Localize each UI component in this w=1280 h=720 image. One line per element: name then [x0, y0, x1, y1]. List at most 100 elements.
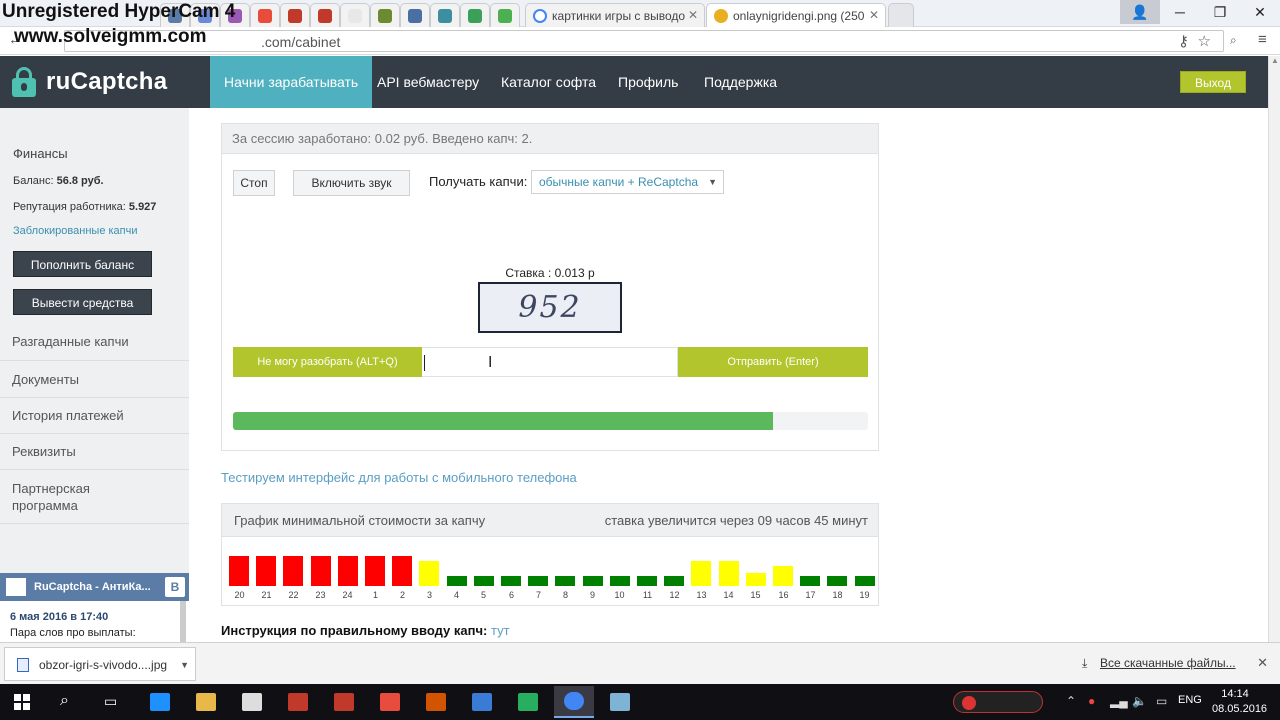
sidebar-item-requisites[interactable]: Реквизиты — [0, 433, 189, 469]
graph-bars — [222, 538, 878, 586]
pinned-tab[interactable] — [430, 3, 460, 27]
vk-widget: RuCaptcha - АнтиКа... B 6 мая 2016 в 17:… — [0, 573, 189, 642]
image-icon — [714, 8, 728, 23]
chevron-up-icon[interactable]: ⌃ — [1066, 694, 1076, 708]
nav-profile[interactable]: Профиль — [604, 56, 692, 108]
sidebar-item-solved[interactable]: Разгаданные капчи — [0, 324, 189, 360]
graph-bar — [229, 556, 249, 586]
close-window-icon[interactable]: ✕ — [1240, 0, 1280, 24]
taskbar-app-icon[interactable] — [554, 686, 594, 718]
sidebar-item-payment-history[interactable]: История платежей — [0, 397, 189, 433]
progress-fill — [233, 412, 773, 430]
sound-toggle-button[interactable]: Включить звук — [293, 170, 410, 196]
task-view-icon[interactable]: ▭ — [104, 693, 117, 710]
search-icon[interactable]: ⌕ — [60, 692, 69, 710]
taskbar-app-icon[interactable] — [232, 686, 272, 718]
page-scrollbar[interactable]: ▲ — [1268, 56, 1280, 642]
site-favicon-icon — [288, 8, 302, 23]
sidebar-item-documents[interactable]: Документы — [0, 360, 189, 397]
taskbar-app-icon[interactable] — [278, 686, 318, 718]
pinned-tab[interactable] — [310, 3, 340, 27]
pinned-tab[interactable] — [370, 3, 400, 27]
reputation-row: Репутация работника: 5.927 — [13, 201, 157, 213]
nav-start-earning[interactable]: Начни зарабатывать — [210, 56, 373, 108]
windows-start-icon[interactable] — [14, 694, 30, 710]
blocked-captchas-link[interactable]: Заблокированные капчи — [13, 225, 138, 237]
user-icon[interactable]: 👤 — [1120, 0, 1160, 24]
taskbar-app-icon[interactable] — [140, 686, 180, 718]
url-input[interactable]: .com/cabinet ⚷ ☆ — [64, 30, 1224, 52]
menu-icon[interactable]: ≡ — [1258, 31, 1267, 48]
nav-software-catalog[interactable]: Каталог софта — [487, 56, 610, 108]
mobile-interface-link[interactable]: Тестируем интерфейс для работы с мобильн… — [221, 470, 577, 485]
key-icon[interactable]: ⚷ — [1178, 32, 1189, 50]
minimize-icon[interactable]: ─ — [1160, 0, 1200, 24]
site-favicon-icon — [378, 8, 392, 23]
tab-google-search[interactable]: картинки игры с выводо ✕ — [525, 3, 705, 27]
notification-icon[interactable]: ▭ — [1156, 694, 1167, 708]
page-content: ruCaptcha Начни зарабатывать API вебмаст… — [0, 56, 1268, 642]
taskbar-app-icon[interactable] — [508, 686, 548, 718]
clock[interactable]: 14:14 08.05.2016 — [1212, 687, 1267, 717]
star-icon[interactable]: ☆ — [1198, 32, 1211, 50]
download-icon: ⤓ — [1082, 656, 1088, 670]
site-logo[interactable]: ruCaptcha — [0, 56, 189, 108]
nav-api[interactable]: API вебмастеру — [363, 56, 493, 108]
taskbar-app-icon[interactable] — [324, 686, 364, 718]
search-icon[interactable]: ⌕ — [1230, 33, 1237, 48]
pinned-tab[interactable] — [250, 3, 280, 27]
graph-tick-label: 24 — [342, 590, 353, 600]
taskbar-app-icon[interactable] — [416, 686, 456, 718]
captcha-work-panel: За сессию заработано: 0.02 руб. Введено … — [221, 123, 879, 451]
pinned-tab[interactable] — [340, 3, 370, 27]
graph-tick-label: 9 — [589, 590, 595, 600]
topup-balance-button[interactable]: Пополнить баланс — [13, 251, 152, 277]
pinned-tab[interactable] — [280, 3, 310, 27]
antivirus-icon[interactable]: ● — [1088, 694, 1095, 708]
restore-icon[interactable]: ❐ — [1200, 0, 1240, 24]
ibeam-cursor-icon: I — [488, 353, 493, 371]
vk-widget-header[interactable]: RuCaptcha - АнтиКа... B — [0, 573, 189, 601]
taskbar-app-icon[interactable] — [462, 686, 502, 718]
language-indicator[interactable]: ENG — [1178, 694, 1202, 706]
graph-bar — [365, 556, 385, 586]
taskbar-app-icon[interactable] — [600, 686, 640, 718]
graph-bar — [311, 556, 331, 586]
graph-bar — [637, 576, 657, 586]
captcha-answer-input[interactable]: I — [422, 347, 678, 377]
new-tab-button[interactable] — [888, 3, 914, 27]
captcha-type-select[interactable]: обычные капчи + ReCaptcha ▼ — [531, 170, 724, 194]
close-icon[interactable]: ✕ — [688, 8, 698, 22]
instructions-link[interactable]: тут — [491, 623, 510, 638]
pinned-tab[interactable] — [400, 3, 430, 27]
close-icon[interactable]: ✕ — [869, 8, 879, 22]
nav-support[interactable]: Поддержка — [690, 56, 791, 108]
withdraw-button[interactable]: Вывести средства — [13, 289, 152, 315]
download-item[interactable]: obzor-igri-s-vivodo....jpg ▼ — [4, 647, 196, 681]
hypercam-recorder-icon[interactable] — [953, 691, 1043, 713]
pinned-tab[interactable] — [460, 3, 490, 27]
logout-button[interactable]: Выход — [1180, 71, 1246, 93]
chevron-down-icon[interactable]: ▼ — [180, 648, 189, 682]
send-button[interactable]: Отправить (Enter) — [678, 347, 868, 377]
network-icon[interactable]: ▂▄ — [1110, 694, 1128, 708]
vk-icon[interactable]: B — [165, 577, 185, 597]
graph-tick-label: 4 — [453, 590, 459, 600]
watermark-url: www.solveigmm.com — [14, 26, 207, 47]
tab-image[interactable]: onlaynigridengi.png (250 ✕ — [706, 3, 886, 27]
scroll-up-icon[interactable]: ▲ — [1269, 56, 1280, 70]
cant-solve-button[interactable]: Не могу разобрать (ALT+Q) — [233, 347, 422, 377]
sidebar-item-partner[interactable]: Партнерская программа — [0, 469, 189, 524]
graph-bar — [283, 556, 303, 586]
graph-header: График минимальной стоимости за капчу ст… — [222, 504, 878, 537]
taskbar-app-icon[interactable] — [370, 686, 410, 718]
pinned-tab[interactable] — [490, 3, 520, 27]
close-icon[interactable]: ✕ — [1257, 655, 1268, 671]
all-downloads-link[interactable]: ⤓ Все скачанные файлы... — [1082, 656, 1236, 670]
volume-icon[interactable]: 🔈 — [1132, 694, 1147, 708]
vk-scrollbar[interactable] — [180, 601, 186, 642]
logo-text: ruCaptcha — [46, 68, 168, 95]
taskbar-app-icon[interactable] — [186, 686, 226, 718]
stop-button[interactable]: Стоп — [233, 170, 275, 196]
vk-post-date[interactable]: 6 мая 2016 в 17:40 — [10, 611, 108, 623]
